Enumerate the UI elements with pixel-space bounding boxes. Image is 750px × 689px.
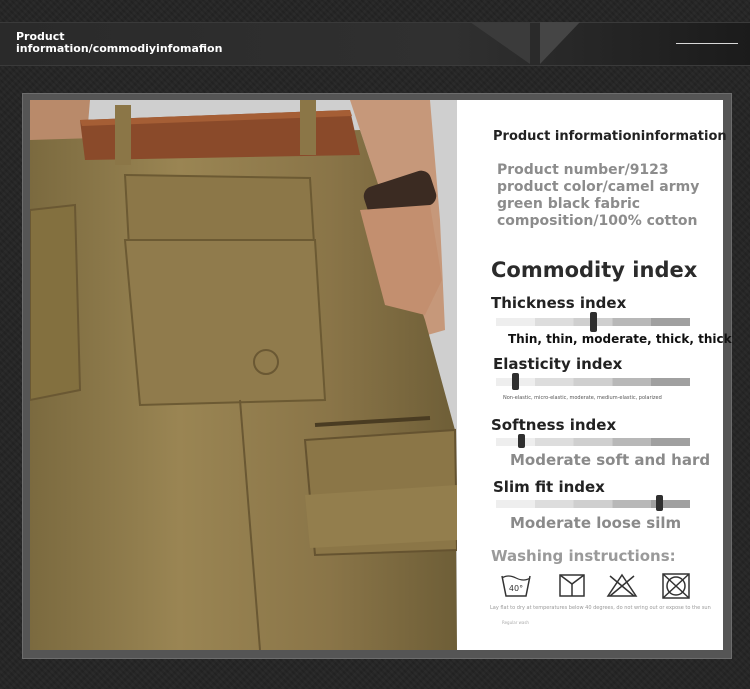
softness-index-bar [496,438,690,446]
product-info-heading: Product informationinformation [493,129,727,144]
no-tumble-dry-icon [660,572,692,600]
cargo-pants-illustration [30,100,457,650]
thickness-index-title: Thickness index [491,294,627,312]
softness-index-marker [518,434,526,448]
header-title: Product information/commodiyinfomafion [16,31,222,55]
thickness-index-scale: Thin, thin, moderate, thick, thick [508,332,732,346]
commodity-index-heading: Commodity index [491,258,698,282]
slim-fit-index-title: Slim fit index [493,478,605,496]
header-decoration [540,22,580,64]
washing-instructions-title: Washing instructions: [491,547,676,565]
wash-40-icon: 40° [500,572,532,600]
header-decoration [470,22,530,64]
hang-dry-icon [556,572,588,600]
elasticity-index-scale: Non-elastic, micro-elastic, moderate, me… [503,395,662,401]
wash-temp-label: 40° [509,584,523,593]
product-color-line2: green black fabric [497,196,641,212]
product-color-line1: product color/camel army [497,179,700,195]
header-title-line2: information/commodiyinfomafion [16,42,223,55]
thickness-index-marker [590,312,597,332]
product-number: Product number/9123 [497,162,669,178]
elasticity-index-marker [512,373,520,390]
elasticity-index-bar [496,378,690,386]
product-photo [30,100,457,650]
no-bleach-icon [606,572,638,600]
slim-fit-index-scale: Moderate loose silm [510,514,682,532]
washing-subnote: Regular wash [502,620,529,625]
slim-fit-index-marker [655,495,663,511]
product-composition: composition/100% cotton [497,213,698,229]
softness-index-title: Softness index [491,416,617,434]
elasticity-index-title: Elasticity index [493,355,623,373]
header-divider [676,43,738,44]
washing-note: Lay flat to dry at temperatures below 40… [490,605,711,611]
softness-index-scale: Moderate soft and hard [510,451,711,469]
